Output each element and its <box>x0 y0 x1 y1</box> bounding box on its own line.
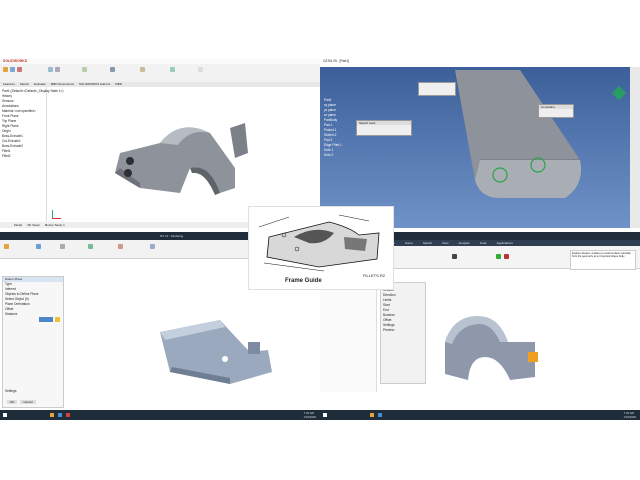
nx-extrude-icon[interactable] <box>36 244 41 249</box>
taskbar-app-icon[interactable] <box>378 413 382 417</box>
tab-addins[interactable]: SOLIDWORKS Add-Ins <box>79 82 110 87</box>
date-left: 7/16/2020 <box>303 415 316 419</box>
frame-guide-caption: Frame Guide <box>285 278 322 284</box>
cut-icon[interactable] <box>17 67 22 72</box>
tab-motion-study[interactable]: Motion Study 1 <box>45 222 65 228</box>
catia-dialog2-title: Constraint <box>539 105 573 109</box>
taskbar-left: 7:20 AM 7/16/2020 <box>0 410 320 420</box>
catia-right-toolbar <box>630 67 640 228</box>
catia-dialog-sketch-tools[interactable]: Sketch tools <box>356 120 412 136</box>
q4-cancel-icon[interactable] <box>504 254 509 259</box>
catia-dialog1-title: Sketch tools <box>357 121 411 125</box>
sw-app-name: SOLIDWORKS <box>3 59 28 63</box>
extrude-icon[interactable] <box>3 67 8 72</box>
revolve-icon[interactable] <box>10 67 15 72</box>
hole-icon[interactable] <box>60 244 65 249</box>
q4-part-model[interactable] <box>440 302 550 387</box>
nx-row-distance[interactable]: Distance <box>3 312 63 317</box>
frame-guide-figure: FILLETS R2 Frame Guide <box>248 206 394 290</box>
nx-distance-field[interactable] <box>39 317 53 322</box>
tab-model[interactable]: Model <box>14 222 22 228</box>
catia-title: CATIA V5 - [Part1] <box>323 58 349 63</box>
sw-part-model[interactable] <box>100 113 260 203</box>
tab-mbd-dimensions[interactable]: MBD Dimensions <box>51 82 74 87</box>
pattern-icon[interactable] <box>55 67 60 72</box>
tab-mbd[interactable]: MBD <box>115 82 122 87</box>
tab-3d-views[interactable]: 3D Views <box>27 222 40 228</box>
sw-triad <box>52 210 61 219</box>
solidworks-window: SOLIDWORKS Features Sketch Evaluate MBD … <box>0 58 320 228</box>
sw-ribbon <box>0 64 320 83</box>
date-right: 7/16/2020 <box>623 415 636 419</box>
tree-fillet2[interactable]: Fillet2 <box>0 154 46 159</box>
nx-lock-icon[interactable] <box>55 317 60 322</box>
nx-row-settings[interactable]: Settings <box>3 389 17 394</box>
q4-left-panel <box>320 272 377 392</box>
q4-command-panel[interactable]: Extrude Section Direction Limits Start E… <box>380 282 426 384</box>
frame-guide-drawing <box>258 214 380 272</box>
instant3d-icon[interactable] <box>170 67 175 72</box>
frame-guide-annotation: FILLETS R2 <box>362 273 385 278</box>
ref-geometry-icon[interactable] <box>110 67 115 72</box>
sw-tabs: Features Sketch Evaluate MBD Dimensions … <box>0 82 320 87</box>
taskbar-app-icon[interactable] <box>66 413 70 417</box>
synchronous-icon[interactable] <box>150 244 155 249</box>
nx-part-model[interactable] <box>150 312 280 387</box>
catia-dialog-constraint[interactable]: Constraint <box>538 104 574 118</box>
catia-tree-hole2[interactable]: Hole.2 <box>322 153 362 158</box>
q4-info-box: Explore shapes, creating a model surface… <box>570 250 636 270</box>
q4-row-preview[interactable]: Preview <box>381 328 425 333</box>
nx-cancel-button[interactable]: Cancel <box>20 400 36 404</box>
catia-dialog-float[interactable] <box>418 82 456 96</box>
nx-dialog[interactable]: Datum Plane Type Inferred Objects to Def… <box>2 276 64 408</box>
catia-part-model[interactable] <box>440 70 590 200</box>
unite-icon[interactable] <box>88 244 93 249</box>
taskbar-right: 7:20 AM 7/16/2020 <box>320 410 640 420</box>
nx-ok-button[interactable]: OK <box>7 400 18 404</box>
q4-check-icon[interactable] <box>496 254 501 259</box>
start-icon[interactable] <box>3 413 7 417</box>
sketch-icon[interactable] <box>4 244 9 249</box>
start-icon[interactable] <box>323 413 327 417</box>
fillet-icon[interactable] <box>48 67 53 72</box>
edge-blend-icon[interactable] <box>118 244 123 249</box>
curves-icon[interactable] <box>140 67 145 72</box>
feature-tree: Part1 (Default<<Default>_Display State 1… <box>0 87 63 222</box>
q4-play-icon[interactable] <box>452 254 457 259</box>
catia-window: CATIA V5 - [Part1] Part1 xy plane yz pla… <box>320 58 640 228</box>
nx-title: NX 12 - Modeling <box>160 234 184 238</box>
taskbar-app-icon[interactable] <box>370 413 374 417</box>
taskbar-app-icon[interactable] <box>58 413 62 417</box>
sw-search-icon[interactable] <box>198 67 203 72</box>
rib-icon[interactable] <box>82 67 87 72</box>
taskbar-app-icon[interactable] <box>50 413 54 417</box>
